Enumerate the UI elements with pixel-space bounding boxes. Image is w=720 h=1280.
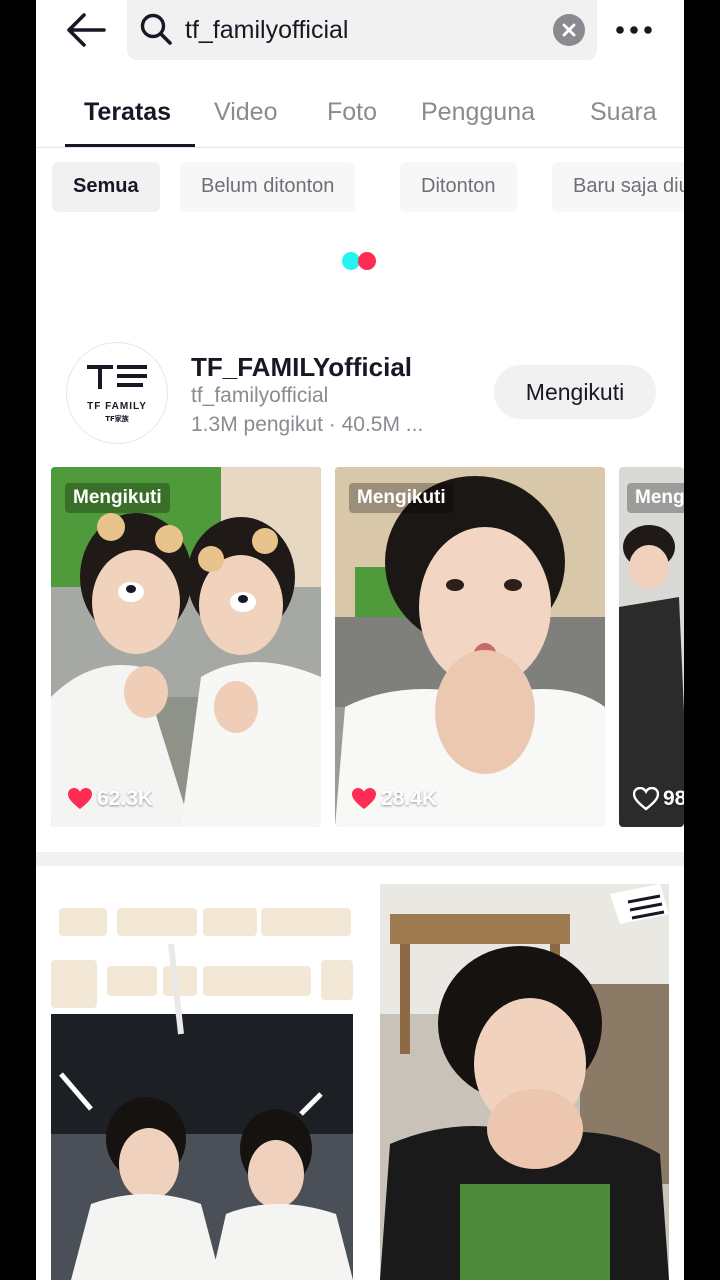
likes-count: 98 [633,787,684,811]
more-icon [616,26,652,34]
following-badge: Mengikuti [627,483,684,513]
tf-family-logo: TF FAMILY TF家族 [87,365,147,423]
video-card[interactable]: Mengikuti 28.4K [335,467,605,827]
more-options-button[interactable] [614,16,654,44]
top-bar: tf_familyofficial [36,0,684,62]
tab-pengguna[interactable]: Pengguna [421,98,535,127]
logo-subtext: TF家族 [105,414,130,423]
search-tabs: Teratas Video Foto Pengguna Suara [36,80,684,148]
heart-icon [352,788,376,809]
video-card[interactable]: Mengikuti 98 [619,467,684,827]
avatar[interactable]: TF FAMILY TF家族 [66,342,168,444]
filter-chip-semua[interactable]: Semua [52,162,160,212]
filter-chip-belum-ditonton[interactable]: Belum ditonton [180,162,356,212]
filter-chip-baru-saja[interactable]: Baru saja diunggah [552,162,684,212]
video-thumbnail [380,884,669,1280]
account-stats: 1.3M pengikut · 40.5M ... [191,413,424,436]
grid-video-card[interactable] [380,884,669,1280]
clear-search-button[interactable] [553,14,585,46]
video-card[interactable]: Mengikuti 62.3K [51,467,321,827]
likes-count-value: 28.4K [381,787,438,810]
active-tab-indicator [65,144,195,147]
video-thumbnail [51,467,321,827]
clear-icon [562,23,576,37]
app-screen: tf_familyofficial Teratas Video Foto Pen… [36,0,684,1280]
search-input[interactable]: tf_familyofficial [185,16,349,45]
section-divider [36,852,684,866]
likes-count-value: 62.3K [97,787,154,810]
tab-video[interactable]: Video [214,98,278,127]
logo-text: TF FAMILY [87,401,147,412]
filter-chips: Semua Belum ditonton Ditonton Baru saja … [36,162,684,212]
search-bar[interactable]: tf_familyofficial [127,0,597,60]
account-result[interactable]: TF FAMILY TF家族 TF_FAMILYofficial tf_fami… [36,340,684,450]
grid-video-card[interactable] [51,884,353,1280]
loading-indicator [342,252,382,272]
likes-count: 62.3K [67,787,153,811]
heart-outline-icon [633,787,659,811]
video-thumbnail [619,467,684,827]
following-button[interactable]: Mengikuti [494,365,656,419]
likes-count: 28.4K [351,787,437,811]
loading-dot-red [358,252,376,270]
tab-teratas[interactable]: Teratas [84,98,171,127]
following-badge: Mengikuti [65,483,170,513]
account-name: TF_FAMILYofficial [191,352,413,382]
back-arrow-icon [67,13,106,47]
search-icon [140,13,172,45]
video-thumbnail [51,884,353,1280]
likes-count-value: 98 [663,787,684,810]
heart-icon [68,788,92,809]
following-badge: Mengikuti [349,483,454,513]
tab-suara[interactable]: Suara [590,98,657,127]
filter-chip-ditonton[interactable]: Ditonton [400,162,517,212]
tab-foto[interactable]: Foto [327,98,377,127]
back-button[interactable] [64,10,108,50]
account-handle: tf_familyofficial [191,384,329,407]
video-thumbnail [335,467,605,827]
